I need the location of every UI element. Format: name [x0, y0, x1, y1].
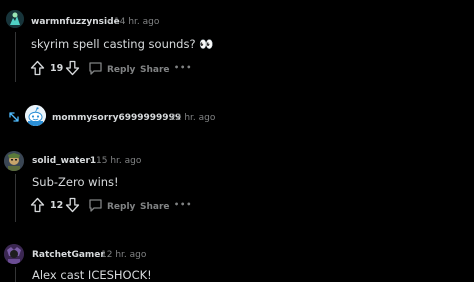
avatar[interactable]: [4, 244, 24, 264]
downvote-icon[interactable]: [65, 197, 80, 213]
vote-count: 12: [50, 200, 64, 211]
avatar-image-icon: [4, 244, 24, 264]
comment-username[interactable]: solid_water1: [32, 156, 96, 166]
thread-line[interactable]: [15, 267, 16, 282]
avatar-image-icon: [6, 10, 24, 28]
upvote-icon[interactable]: [30, 60, 45, 76]
vote-count: 19: [50, 63, 64, 74]
share-button[interactable]: Share: [140, 65, 170, 75]
comment-timestamp[interactable]: 14 hr. ago: [114, 17, 159, 27]
avatar[interactable]: [6, 10, 24, 28]
thread-line[interactable]: [15, 32, 16, 82]
avatar-image-icon: [4, 151, 24, 171]
comment-text: Alex cast ICESHOCK!: [32, 268, 152, 282]
separator-dot: ·: [107, 17, 110, 27]
comment-username[interactable]: mommysorry6999999999: [52, 113, 181, 123]
separator-dot: ·: [163, 113, 166, 123]
separator-dot: ·: [89, 156, 92, 166]
avatar[interactable]: [25, 105, 46, 126]
comment-timestamp[interactable]: 22 hr. ago: [170, 113, 215, 123]
comment-timestamp[interactable]: 12 hr. ago: [101, 250, 146, 260]
upvote-icon[interactable]: [30, 197, 45, 213]
downvote-icon[interactable]: [65, 60, 80, 76]
comment-timestamp[interactable]: 15 hr. ago: [96, 156, 141, 166]
comment-icon[interactable]: [88, 198, 103, 213]
comment-text: Sub-Zero wins!: [32, 175, 119, 189]
reply-button[interactable]: Reply: [107, 202, 135, 212]
share-button[interactable]: Share: [140, 202, 170, 212]
reply-button[interactable]: Reply: [107, 65, 135, 75]
snoo-avatar-icon: [25, 105, 46, 126]
separator-dot: ·: [94, 250, 97, 260]
thread-line[interactable]: [15, 174, 16, 222]
more-options-icon[interactable]: •••: [174, 64, 192, 72]
comment-icon[interactable]: [88, 61, 103, 76]
expand-icon[interactable]: [8, 111, 20, 123]
more-options-icon[interactable]: •••: [174, 201, 192, 209]
comment-text: skyrim spell casting sounds? 👀: [31, 37, 214, 51]
avatar[interactable]: [4, 151, 24, 171]
